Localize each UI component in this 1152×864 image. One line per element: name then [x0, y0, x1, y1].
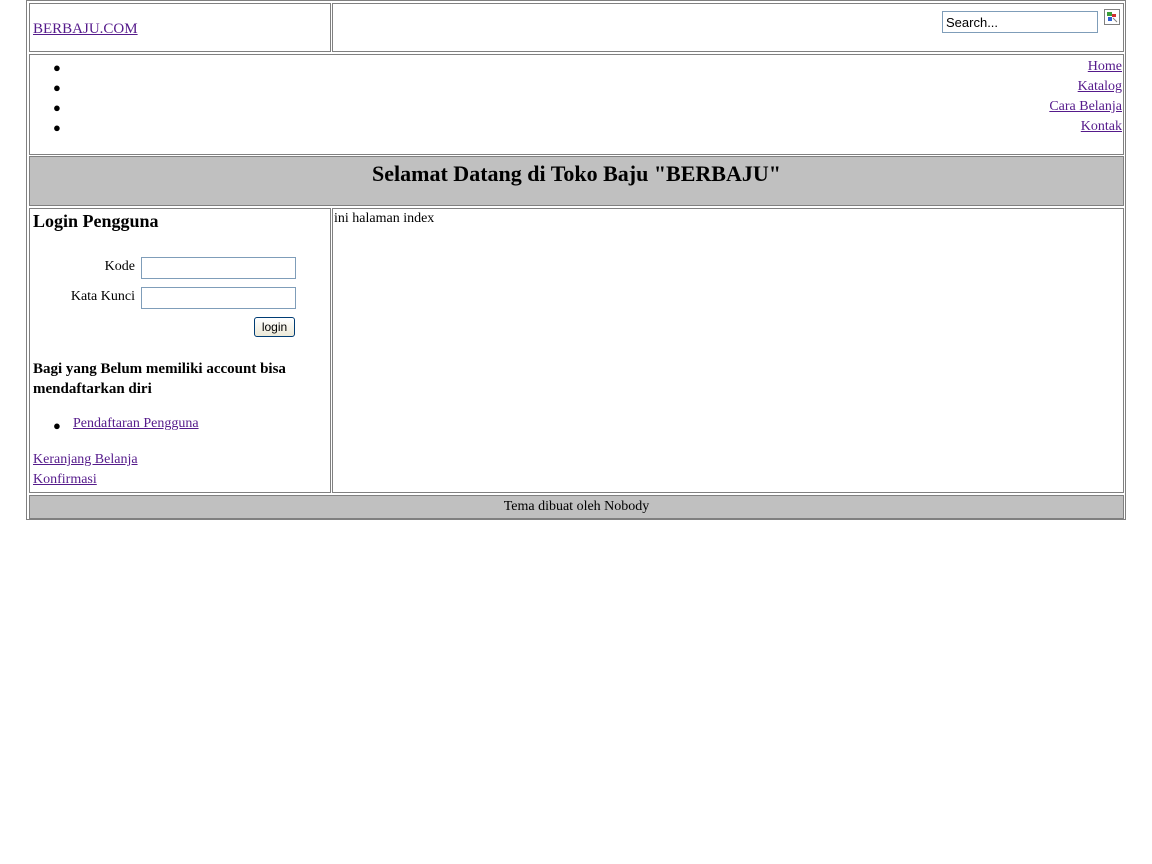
kode-input[interactable]	[141, 257, 296, 279]
welcome-title: Selamat Datang di Toko Baju "BERBAJU"	[372, 161, 781, 186]
site-logo-link[interactable]: BERBAJU.COM	[33, 21, 138, 38]
header-logo-cell: BERBAJU.COM	[29, 3, 331, 52]
nav-menu: ● Home ● Katalog ● Cara Belanja ● Kontak	[29, 54, 1124, 155]
bullet: ●	[53, 418, 61, 433]
nav-link-katalog[interactable]: Katalog	[1078, 79, 1122, 95]
main-content: ini halaman index	[332, 208, 1124, 493]
bullet: ●	[53, 80, 61, 95]
nav-link-home[interactable]: Home	[1088, 59, 1122, 75]
bullet: ●	[53, 60, 61, 75]
main-text: ini halaman index	[334, 211, 435, 226]
nav-link-kontak[interactable]: Kontak	[1081, 119, 1122, 135]
register-note: Bagi yang Belum memiliki account bisa me…	[33, 361, 286, 397]
broken-image-icon[interactable]	[1104, 9, 1120, 25]
nav-item-home: ● Home	[30, 57, 1123, 77]
login-button[interactable]: login	[254, 317, 295, 337]
nav-item-katalog: ● Katalog	[30, 77, 1123, 97]
page-layout-table: BERBAJU.COM ● Home ● Katalog ● Cara Bela…	[26, 0, 1126, 520]
kode-label: Kode	[104, 259, 135, 274]
register-link[interactable]: Pendaftaran Pengguna	[73, 416, 199, 432]
footer-text: Tema dibuat oleh Nobody	[503, 499, 650, 514]
search-input[interactable]	[942, 11, 1098, 33]
cart-link[interactable]: Keranjang Belanja	[33, 452, 138, 468]
nav-item-cara-belanja: ● Cara Belanja	[30, 97, 1123, 117]
header-search-cell	[332, 3, 1124, 52]
kata-kunci-label: Kata Kunci	[70, 289, 135, 304]
welcome-banner: Selamat Datang di Toko Baju "BERBAJU"	[29, 156, 1124, 206]
nav-link-cara-belanja[interactable]: Cara Belanja	[1049, 99, 1122, 115]
login-heading: Login Pengguna	[33, 211, 159, 231]
confirm-link[interactable]: Konfirmasi	[33, 472, 97, 488]
broken-image-icon-graphic	[1107, 12, 1118, 23]
bullet: ●	[53, 120, 61, 135]
sidebar: Login Pengguna Kode Kata Kunci login Bag…	[29, 208, 331, 493]
footer: Tema dibuat oleh Nobody	[29, 495, 1124, 519]
nav-item-kontak: ● Kontak	[30, 117, 1123, 137]
bullet: ●	[53, 100, 61, 115]
kata-kunci-input[interactable]	[141, 287, 296, 309]
